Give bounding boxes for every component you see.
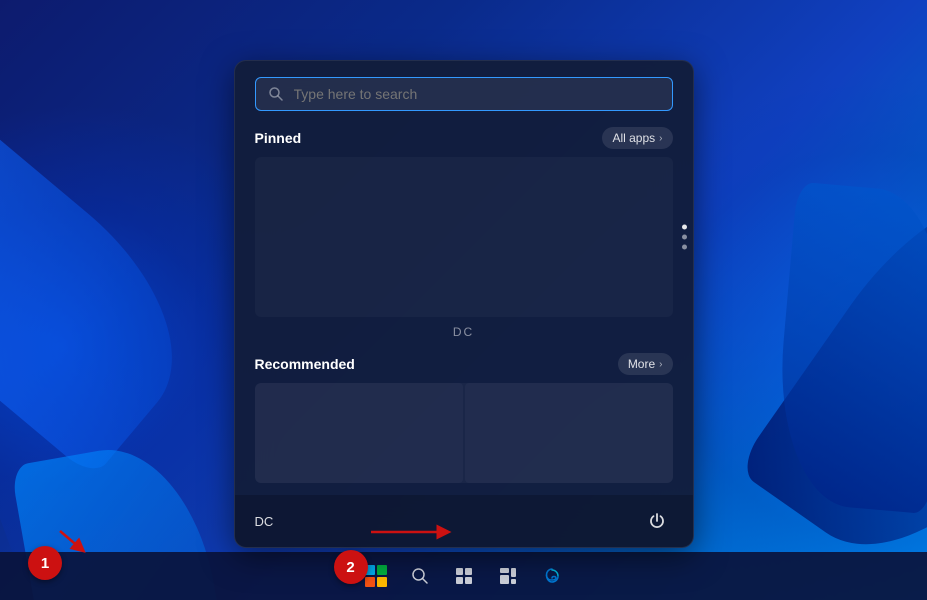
more-label: More bbox=[628, 357, 655, 371]
dc-label: DC bbox=[453, 325, 474, 339]
win-pane-4 bbox=[377, 577, 387, 587]
all-apps-label: All apps bbox=[612, 131, 655, 145]
taskbar-search-button[interactable] bbox=[402, 558, 438, 594]
taskbar-widgets-button[interactable] bbox=[490, 558, 526, 594]
power-button[interactable] bbox=[641, 505, 673, 537]
dot-indicator bbox=[682, 235, 687, 240]
more-button[interactable]: More › bbox=[618, 353, 673, 375]
dot-indicator-active bbox=[682, 225, 687, 230]
taskbar-edge-button[interactable] bbox=[534, 558, 570, 594]
recommended-label: Recommended bbox=[255, 356, 355, 372]
menu-bottom-bar: DC bbox=[235, 495, 693, 547]
taskbar-taskview-button[interactable] bbox=[446, 558, 482, 594]
widgets-icon bbox=[498, 566, 518, 586]
edge-icon bbox=[542, 566, 562, 586]
pinned-section-header: Pinned All apps › bbox=[235, 123, 693, 157]
dot-indicator bbox=[682, 245, 687, 250]
pinned-label: Pinned bbox=[255, 130, 302, 146]
recommended-item[interactable] bbox=[255, 383, 463, 483]
taskbar bbox=[0, 552, 927, 600]
recommended-item[interactable] bbox=[465, 383, 673, 483]
search-icon bbox=[410, 566, 430, 586]
bloom-petal bbox=[0, 101, 222, 479]
pinned-apps-grid: DC bbox=[255, 157, 673, 317]
start-menu: Pinned All apps › DC Recommended More › bbox=[234, 60, 694, 548]
chevron-right-icon: › bbox=[659, 133, 662, 144]
recommended-section-header: Recommended More › bbox=[235, 349, 693, 383]
win-pane-2 bbox=[377, 565, 387, 575]
search-icon bbox=[268, 86, 284, 102]
power-icon bbox=[648, 512, 666, 530]
annotation-circle-2: 2 bbox=[334, 550, 368, 584]
annotation-arrow-1 bbox=[32, 526, 92, 556]
annotation-arrow-2 bbox=[366, 522, 456, 542]
recommended-section: Recommended More › bbox=[235, 349, 693, 483]
win-pane-3 bbox=[365, 577, 375, 587]
task-view-icon bbox=[454, 566, 474, 586]
search-bar[interactable] bbox=[255, 77, 673, 111]
user-name: DC bbox=[255, 514, 274, 529]
page-indicators bbox=[682, 225, 687, 250]
chevron-right-icon: › bbox=[659, 359, 662, 370]
all-apps-button[interactable]: All apps › bbox=[602, 127, 672, 149]
windows-logo bbox=[365, 565, 387, 587]
search-input[interactable] bbox=[294, 86, 660, 102]
recommended-grid bbox=[255, 383, 673, 483]
